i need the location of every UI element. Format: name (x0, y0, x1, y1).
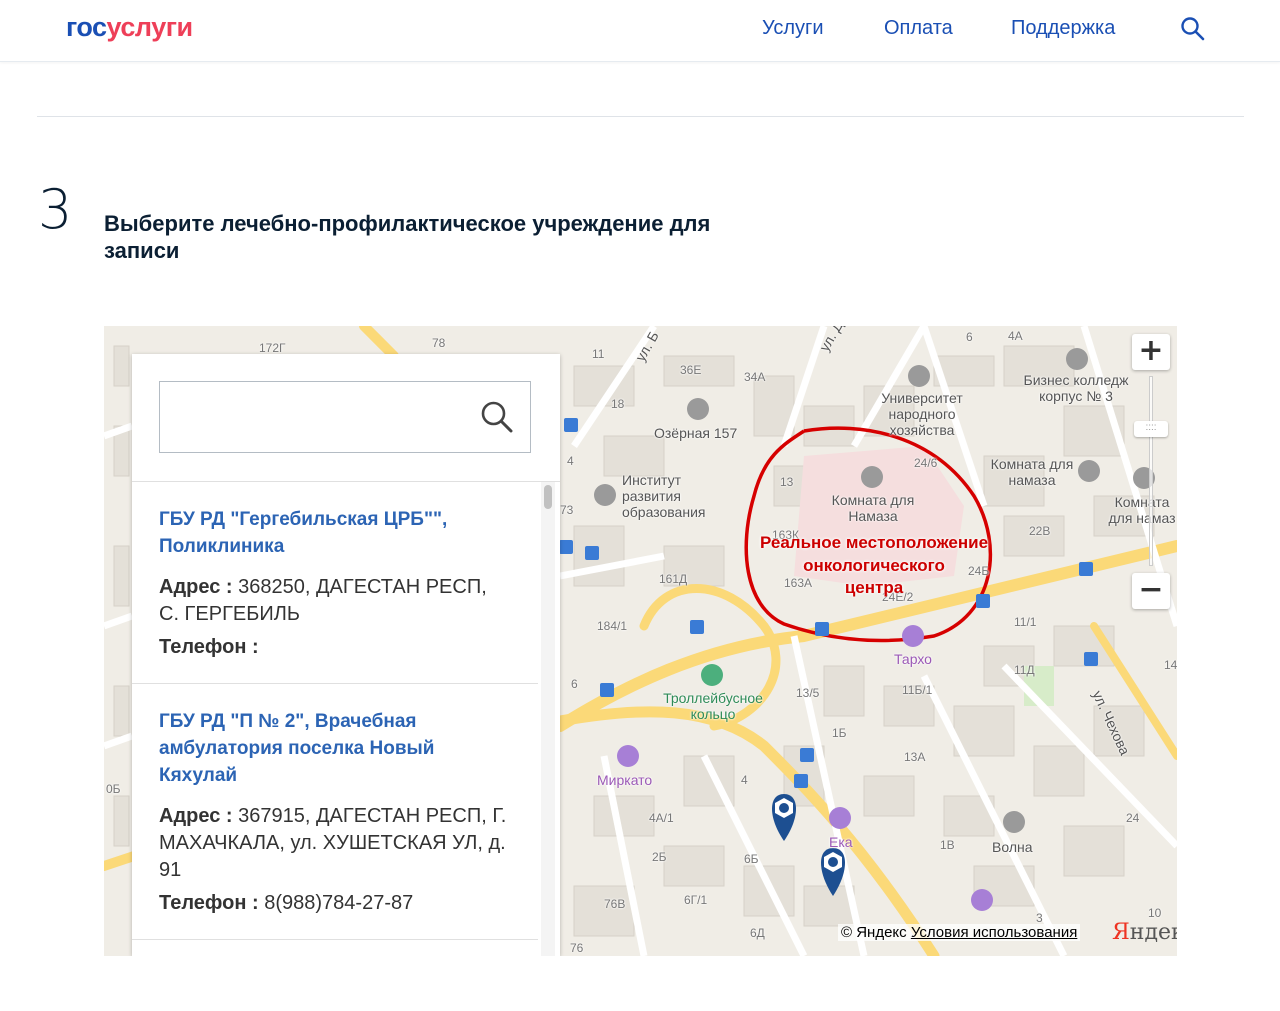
map-label-prayer-room: Комната для намаза (990, 456, 1074, 488)
search-box[interactable] (159, 381, 531, 453)
map-label: 18 (611, 397, 625, 411)
map-label-volna: Волна (992, 839, 1033, 855)
map-label: 0Б (106, 782, 121, 796)
clinic-list: ГБУ РД "Гергебильская ЦРБ"", Поликлиника… (132, 482, 538, 956)
list-scrollbar[interactable] (541, 482, 555, 956)
map-label-tarkho: Тархо (894, 651, 932, 667)
list-item[interactable]: ГБУ РД "Гергебильская ЦРБ"", Поликлиника… (132, 482, 538, 684)
map-label: 11/1 (1014, 615, 1037, 629)
map-label: 10 (1148, 906, 1162, 920)
clinic-address: Адрес : 368250, ДАГЕСТАН РЕСП, С. ГЕРГЕБ… (159, 576, 487, 625)
map-label-mirkato: Миркато (597, 772, 653, 788)
map-copyright: © Яндекс Условия использования (838, 924, 1081, 941)
map-label: 13 (780, 475, 794, 489)
zoom-out-button[interactable]: − (1132, 573, 1170, 609)
map-label: 161Д (659, 572, 688, 586)
map-label: 1Б (832, 726, 847, 740)
map-label: 73 (560, 503, 574, 517)
gosuslugi-logo[interactable]: госуслуги (66, 12, 193, 43)
map-label: 4А (1008, 329, 1023, 343)
step-number: 3 (38, 178, 73, 241)
map-label-university: Университет народного хозяйства (881, 390, 963, 438)
map-label: 24 (1126, 811, 1140, 825)
terms-link[interactable]: Условия использования (911, 924, 1078, 941)
map-label-eka: Ека (829, 834, 853, 850)
map-label: 184/1 (597, 619, 628, 633)
top-header: госуслуги Услуги Оплата Поддержка (0, 0, 1280, 62)
search-icon[interactable] (1180, 16, 1206, 42)
clinic-phone: Телефон : 8(988)784-27-87 (159, 892, 414, 914)
nav-payment[interactable]: Оплата (884, 17, 953, 40)
map-label-trolleybus-ring: Троллейбусное кольцо (663, 690, 763, 722)
map-label: 4 (567, 454, 574, 468)
map-label-prayer-room: Комната для намаз (1108, 494, 1176, 526)
map-label: 6 (966, 330, 973, 344)
map-label: 6Б (744, 852, 759, 866)
red-annotation: Реальное местоположение онкологического … (759, 533, 989, 597)
zoom-slider-track[interactable] (1149, 376, 1153, 566)
map-label-business-college: Бизнес колледж корпус № 3 (1023, 372, 1129, 404)
map-label: 22В (1029, 524, 1051, 538)
map-label: 76В (604, 897, 626, 911)
search-icon[interactable] (480, 400, 514, 434)
section-divider (37, 116, 1244, 117)
map-label: 34А (744, 370, 766, 384)
step-title: Выберите лечебно-профилактическое учрежд… (104, 211, 711, 263)
map-label: 6 (571, 677, 578, 691)
map-label: 76 (570, 941, 584, 955)
nav-support[interactable]: Поддержка (1011, 17, 1115, 40)
map-label: 4 (741, 773, 748, 787)
map-label-institute: Институт развития образования (622, 472, 706, 520)
map-label: 13А (904, 750, 926, 764)
clinic-phone: Телефон : (159, 636, 259, 658)
map-label: 13/5 (796, 686, 820, 700)
map-label: 11Д (1014, 663, 1035, 677)
zoom-in-button[interactable]: + (1132, 334, 1170, 370)
list-item[interactable]: ГБУ РД "П № 2", Врачебная амбулатория по… (132, 684, 538, 940)
clinic-search-input[interactable] (170, 392, 470, 442)
map-label: 4А/1 (649, 811, 674, 825)
map-label: 1В (940, 838, 955, 852)
map-label: 78 (432, 336, 446, 350)
clinic-name[interactable]: ГБУ РД "П № 2", Врачебная амбулатория по… (159, 708, 512, 789)
nav-services[interactable]: Услуги (762, 17, 824, 40)
zoom-slider-handle[interactable]: :::: (1134, 421, 1168, 437)
map-label: 14 (1164, 658, 1177, 672)
map-label: 11 (592, 347, 605, 361)
map-label-prayer-room: Комната для Намаза (831, 492, 915, 524)
map-label: 36Е (680, 363, 702, 377)
map-label: 6Г/1 (684, 893, 708, 907)
yandex-logo[interactable]: Яндекс (1112, 920, 1177, 945)
map-label-ozernaya: Озёрная 157 (654, 425, 738, 441)
clinic-address: Адрес : 367915, ДАГЕСТАН РЕСП, Г. МАХАЧК… (159, 805, 507, 881)
yandex-map[interactable]: 172Г 78 11 36Е 34А 18 Озёрная 157 4 73 И… (104, 326, 1177, 956)
clinic-name[interactable]: ГБУ РД "Гергебильская ЦРБ"", Поликлиника (159, 506, 512, 560)
scrollbar-thumb[interactable] (544, 485, 552, 509)
map-label: 24/6 (914, 456, 938, 470)
clinic-search-panel: ГБУ РД "Гергебильская ЦРБ"", Поликлиника… (132, 354, 560, 956)
map-label: 11Б/1 (902, 683, 933, 697)
map-label: 6Д (750, 926, 765, 940)
map-label: 2Б (652, 850, 667, 864)
